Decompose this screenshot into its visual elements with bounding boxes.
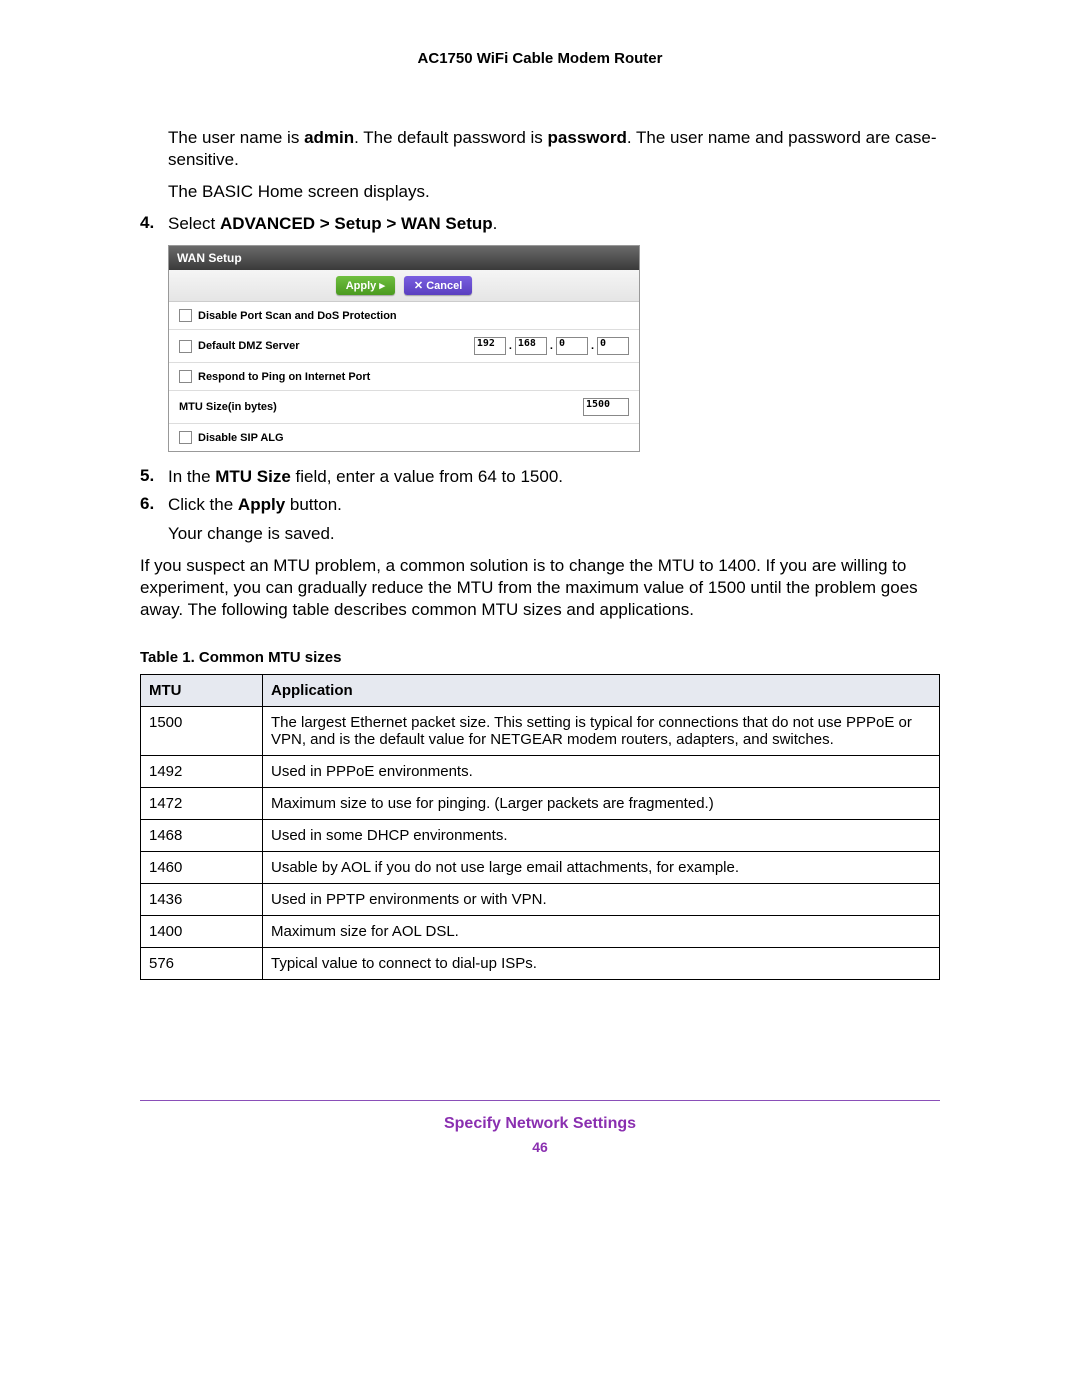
cell-application: Maximum size for AOL DSL. (263, 915, 940, 947)
step-6: 6. Click the Apply button. (140, 494, 940, 516)
page-footer: Specify Network Settings 46 (140, 1100, 940, 1155)
ip-octet-3[interactable]: 0 (556, 337, 588, 355)
step-5: 5. In the MTU Size field, enter a value … (140, 466, 940, 488)
text-password: password (548, 128, 627, 147)
dot: . (549, 340, 554, 352)
cell-mtu: 1468 (141, 819, 263, 851)
row-respond-ping: Respond to Ping on Internet Port (169, 363, 639, 391)
document-title: AC1750 WiFi Cable Modem Router (140, 50, 940, 67)
ip-octet-1[interactable]: 192 (474, 337, 506, 355)
text: The user name is (168, 128, 304, 147)
field-name: MTU Size (215, 467, 291, 486)
row-default-dmz: Default DMZ Server 192. 168. 0. 0 (169, 330, 639, 363)
dot: . (590, 340, 595, 352)
text: Click the (168, 495, 238, 514)
cell-application: Usable by AOL if you do not use large em… (263, 851, 940, 883)
cell-application: The largest Ethernet packet size. This s… (263, 706, 940, 755)
col-header-application: Application (263, 674, 940, 706)
label: Default DMZ Server (198, 340, 299, 352)
intro-paragraph-2: The BASIC Home screen displays. (168, 181, 940, 203)
step-number: 5. (140, 466, 168, 488)
cell-application: Used in some DHCP environments. (263, 819, 940, 851)
wan-button-bar: Apply ▸ ✕ Cancel (169, 270, 639, 302)
wan-setup-panel: WAN Setup Apply ▸ ✕ Cancel Disable Port … (168, 245, 640, 452)
table-caption: Table 1. Common MTU sizes (140, 649, 940, 666)
table-row: 1472Maximum size to use for pinging. (La… (141, 787, 940, 819)
ip-octet-4[interactable]: 0 (597, 337, 629, 355)
cell-mtu: 1436 (141, 883, 263, 915)
cell-application: Maximum size to use for pinging. (Larger… (263, 787, 940, 819)
table-row: 576Typical value to connect to dial-up I… (141, 947, 940, 979)
step-number: 6. (140, 494, 168, 516)
mtu-size-input[interactable]: 1500 (583, 398, 629, 416)
cell-mtu: 1400 (141, 915, 263, 947)
cell-mtu: 1500 (141, 706, 263, 755)
nav-path: ADVANCED > Setup > WAN Setup (220, 214, 493, 233)
mtu-explanation: If you suspect an MTU problem, a common … (140, 555, 940, 621)
mtu-table: MTU Application 1500The largest Ethernet… (140, 674, 940, 980)
text: button. (285, 495, 342, 514)
table-row: 1436Used in PPTP environments or with VP… (141, 883, 940, 915)
label: Disable SIP ALG (198, 432, 284, 444)
cell-mtu: 1460 (141, 851, 263, 883)
table-row: 1500The largest Ethernet packet size. Th… (141, 706, 940, 755)
cell-mtu: 1492 (141, 755, 263, 787)
intro-paragraph-1: The user name is admin. The default pass… (168, 127, 940, 171)
text: . The default password is (354, 128, 547, 147)
checkbox-respond-ping[interactable] (179, 370, 192, 383)
wan-panel-title: WAN Setup (169, 246, 639, 270)
ip-octet-2[interactable]: 168 (515, 337, 547, 355)
step-number: 4. (140, 213, 168, 235)
text-admin: admin (304, 128, 354, 147)
apply-button[interactable]: Apply ▸ (336, 276, 395, 295)
label: MTU Size(in bytes) (179, 401, 277, 413)
text: Select (168, 214, 220, 233)
button-name: Apply (238, 495, 285, 514)
table-row: 1468Used in some DHCP environments. (141, 819, 940, 851)
step-4: 4. Select ADVANCED > Setup > WAN Setup. (140, 213, 940, 235)
dot: . (508, 340, 513, 352)
step-6-result: Your change is saved. (168, 523, 940, 545)
table-row: 1400Maximum size for AOL DSL. (141, 915, 940, 947)
row-mtu-size: MTU Size(in bytes) 1500 (169, 391, 639, 424)
checkbox-disable-portscan[interactable] (179, 309, 192, 322)
label: Respond to Ping on Internet Port (198, 371, 370, 383)
table-row: 1460Usable by AOL if you do not use larg… (141, 851, 940, 883)
text: In the (168, 467, 215, 486)
row-disable-sip-alg: Disable SIP ALG (169, 424, 639, 451)
cell-application: Used in PPPoE environments. (263, 755, 940, 787)
text: field, enter a value from 64 to 1500. (291, 467, 563, 486)
checkbox-disable-sip-alg[interactable] (179, 431, 192, 444)
dmz-ip-input: 192. 168. 0. 0 (474, 337, 629, 355)
table-row: 1492Used in PPPoE environments. (141, 755, 940, 787)
cell-mtu: 576 (141, 947, 263, 979)
checkbox-default-dmz[interactable] (179, 340, 192, 353)
footer-section-title: Specify Network Settings (140, 1115, 940, 1133)
row-disable-portscan: Disable Port Scan and DoS Protection (169, 302, 639, 330)
label: Disable Port Scan and DoS Protection (198, 310, 397, 322)
cell-application: Used in PPTP environments or with VPN. (263, 883, 940, 915)
cancel-button[interactable]: ✕ Cancel (404, 276, 472, 295)
cell-application: Typical value to connect to dial-up ISPs… (263, 947, 940, 979)
text: . (493, 214, 498, 233)
cell-mtu: 1472 (141, 787, 263, 819)
col-header-mtu: MTU (141, 674, 263, 706)
footer-page-number: 46 (140, 1139, 940, 1155)
